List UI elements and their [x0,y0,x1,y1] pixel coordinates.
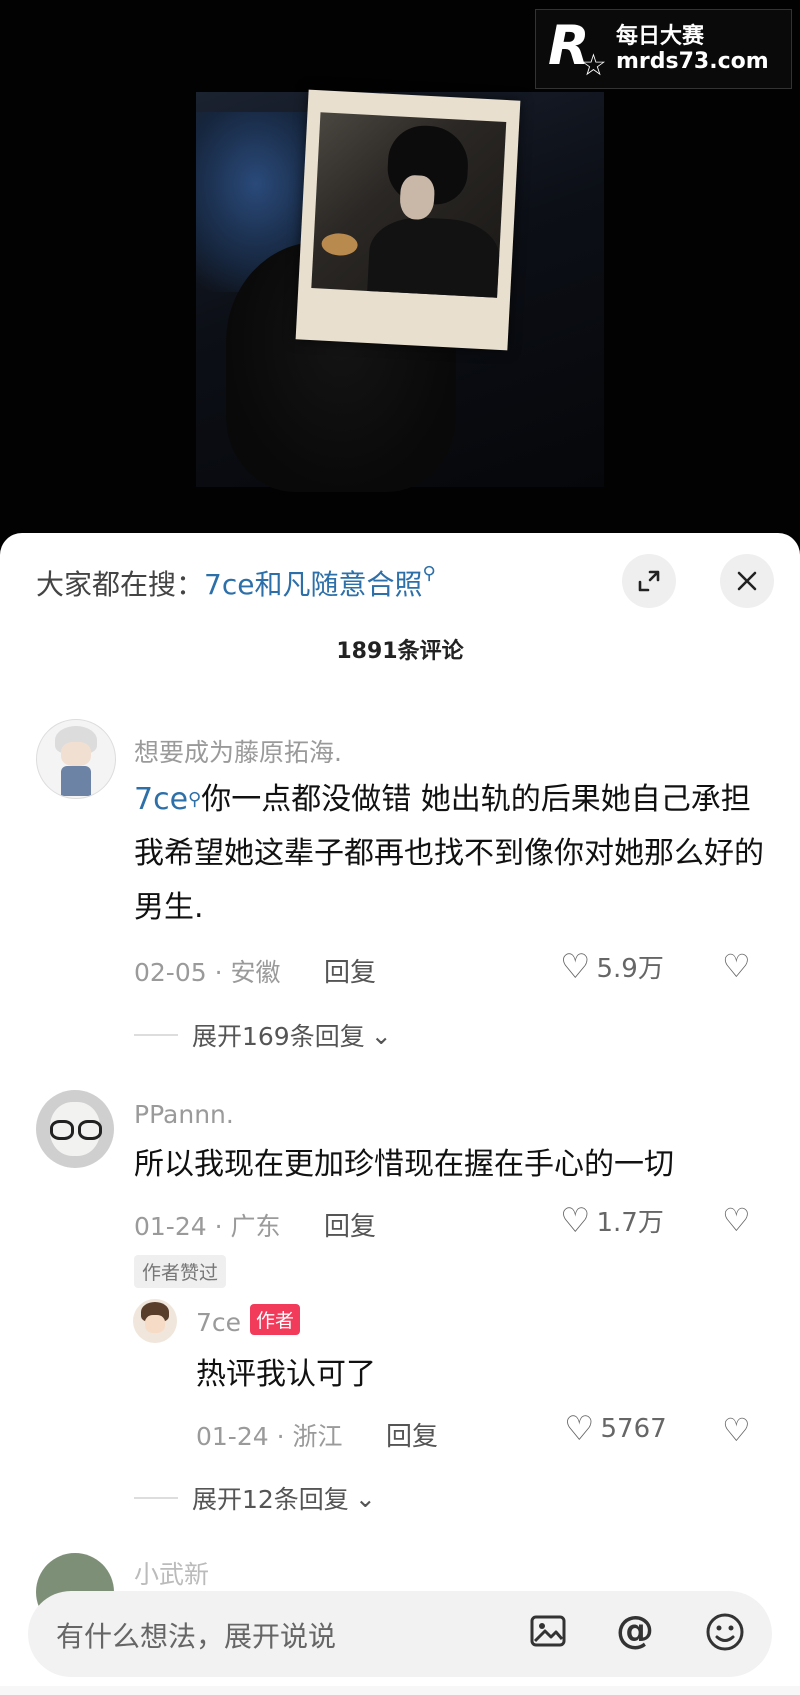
expand-replies[interactable]: 展开12条回复 ⌄ [134,1480,376,1516]
image-icon[interactable] [528,1611,568,1657]
comment-sheet: 大家都在搜：7ce和凡随意合照⚲ 1891条评论 想要成为藤原拓海. 7ce⚲你… [0,533,800,1695]
author-liked-badge: 作者赞过 [134,1255,227,1288]
expand-button[interactable] [622,554,676,608]
watermark-brand: 每日大赛 [616,23,705,49]
author-tag: 作者 [250,1304,301,1335]
watermark: R ☆ 每日大赛 mrds73.com [535,9,792,89]
dislike-icon: ♡ [722,1411,751,1449]
like-button[interactable]: ♡ 1.7万 [560,1202,664,1239]
search-keyword[interactable]: 7ce和凡随意合照 [204,568,422,601]
reply-text: 热评我认可了 [196,1357,376,1392]
expand-replies[interactable]: 展开169条回复 ⌄ [134,1017,392,1053]
mention-link[interactable]: 7ce [134,782,188,817]
comment-text: 7ce⚲你一点都没做错 她出轨的后果她自己承担 我希望她这辈子都再也找不到像你对… [134,782,764,925]
like-button[interactable]: ♡ 5767 [564,1412,667,1446]
comment-username[interactable]: PPannn. [134,1100,234,1129]
comment-meta: 02-05 · 安徽 [134,958,281,987]
avatar[interactable] [36,719,116,799]
chevron-down-icon: ⌄ [370,1020,392,1050]
comment-username[interactable]: 小武新 [134,1555,209,1591]
comment-username[interactable]: 想要成为藤原拓海. [134,733,342,769]
at-icon[interactable]: @ [616,1611,654,1649]
watermark-logo: R ☆ [548,14,607,83]
search-hint[interactable]: 大家都在搜：7ce和凡随意合照⚲ [36,563,436,603]
heart-icon: ♡ [560,1200,591,1241]
comment-input[interactable]: 有什么想法，展开说说 @ [28,1591,772,1677]
search-icon: ⚲ [188,789,202,810]
comment-count: 1891条评论 [336,639,464,664]
reply-button[interactable]: 回复 [324,952,376,989]
dislike-icon: ♡ [722,947,751,985]
comment-text: 所以我现在更加珍惜现在握在手心的一切 [134,1147,674,1182]
chevron-down-icon: ⌄ [354,1483,376,1513]
comment-input-placeholder: 有什么想法，展开说说 [56,1620,337,1653]
avatar[interactable] [36,1090,114,1168]
search-icon: ⚲ [422,563,436,584]
like-button[interactable]: ♡ 5.9万 [560,948,664,985]
reply-meta: 01-24 · 浙江 [196,1422,343,1451]
reply-username[interactable]: 7ce [196,1308,241,1337]
reply-button[interactable]: 回复 [386,1416,438,1453]
emoji-icon[interactable] [704,1611,746,1659]
video-player[interactable]: R ☆ 每日大赛 mrds73.com [0,0,800,540]
heart-icon: ♡ [560,946,591,987]
star-icon: ☆ [580,48,607,83]
dislike-button[interactable]: ♡ [722,1201,751,1239]
reply-button[interactable]: 回复 [324,1206,376,1243]
expand-icon [638,570,660,592]
polaroid-photo [295,89,521,351]
dislike-button[interactable]: ♡ [722,947,751,985]
dislike-icon: ♡ [722,1201,751,1239]
close-button[interactable] [720,554,774,608]
heart-icon: ♡ [564,1409,595,1449]
comment-meta: 01-24 · 广东 [134,1212,281,1241]
avatar[interactable] [133,1299,177,1343]
watermark-site: mrds73.com [616,49,769,74]
close-icon [737,571,757,591]
dislike-button[interactable]: ♡ [722,1411,751,1449]
